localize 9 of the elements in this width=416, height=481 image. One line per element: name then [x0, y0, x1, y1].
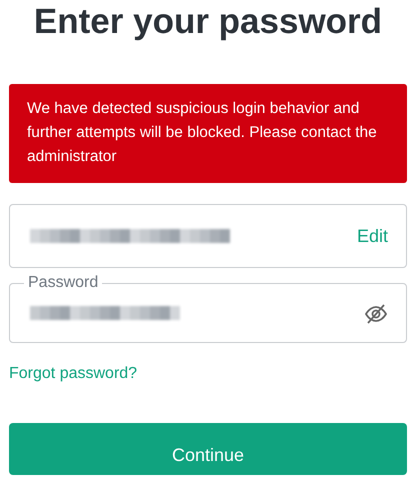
- field-label: Password: [27, 274, 100, 292]
- forgot-password-link[interactable]: Forgot password?: [9, 365, 138, 383]
- alert-message: We have detected suspicious login behavior and further attempts will be blocked. Please contact the administrator: [27, 99, 378, 167]
- page-heading: Enter your password: [32, 1, 384, 43]
- eye-slash-icon[interactable]: [364, 302, 388, 326]
- edit-link[interactable]: Edit: [356, 226, 388, 246]
- continue-button[interactable]: Continue: [9, 423, 407, 475]
- email-field[interactable]: Edit: [9, 204, 407, 268]
- password-field[interactable]: Password: [9, 274, 407, 343]
